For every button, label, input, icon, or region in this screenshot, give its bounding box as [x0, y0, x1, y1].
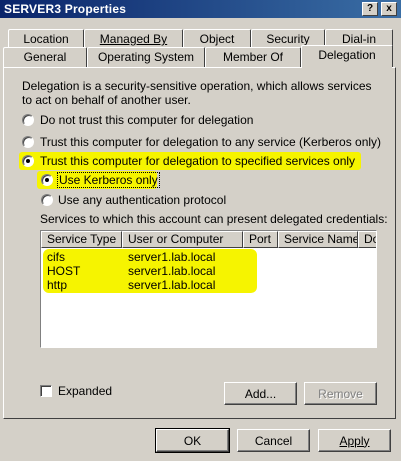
radio-any-protocol[interactable] — [41, 194, 53, 206]
apply-button-label: Apply — [339, 433, 370, 448]
ok-button[interactable]: OK — [155, 428, 230, 453]
user-or-computer-cell: server1.lab.local — [128, 264, 216, 278]
cancel-button-label: Cancel — [254, 433, 293, 448]
user-or-computer-cell: server1.lab.local — [128, 278, 216, 292]
radio-no-trust-label: Do not trust this computer for delegatio… — [40, 113, 254, 127]
column-header-domain[interactable]: Do — [358, 231, 376, 248]
service-type-cell[interactable]: cifs — [47, 250, 65, 264]
column-header-service-type[interactable]: Service Type — [41, 231, 122, 248]
radio-kerberos-only[interactable] — [41, 174, 53, 186]
remove-button[interactable]: Remove — [304, 382, 377, 405]
expanded-label: Expanded — [58, 384, 113, 398]
radio-any-protocol-label: Use any authentication protocol — [58, 193, 227, 207]
radio-no-trust[interactable] — [22, 114, 34, 126]
apply-button[interactable]: Apply — [318, 429, 391, 452]
column-header-user-or-computer[interactable]: User or Computer — [122, 231, 243, 248]
service-type-cell[interactable]: http — [47, 278, 67, 292]
radio-trust-specified[interactable] — [22, 155, 34, 167]
expanded-checkbox[interactable] — [40, 385, 52, 397]
delegation-description: Delegation is a security-sensitive opera… — [22, 79, 372, 107]
ok-button-label: OK — [183, 433, 202, 448]
remove-button-label: Remove — [318, 386, 363, 401]
user-or-computer-cell: server1.lab.local — [128, 250, 216, 264]
column-header-service-name[interactable]: Service Name — [278, 231, 358, 248]
column-header-port[interactable]: Port — [243, 231, 278, 248]
radio-trust-any[interactable] — [22, 136, 34, 148]
radio-trust-specified-label: Trust this computer for delegation to sp… — [40, 154, 356, 168]
services-list[interactable]: Service Type User or Computer Port Servi… — [40, 230, 377, 348]
services-label: Services to which this account can prese… — [40, 212, 388, 226]
cancel-button[interactable]: Cancel — [237, 429, 310, 452]
add-button[interactable]: Add... — [224, 382, 297, 405]
service-type-cell[interactable]: HOST — [47, 264, 80, 278]
add-button-label: Add... — [244, 386, 277, 401]
radio-kerberos-only-label: Use Kerberos only — [57, 172, 160, 188]
radio-trust-any-label: Trust this computer for delegation to an… — [40, 135, 382, 149]
